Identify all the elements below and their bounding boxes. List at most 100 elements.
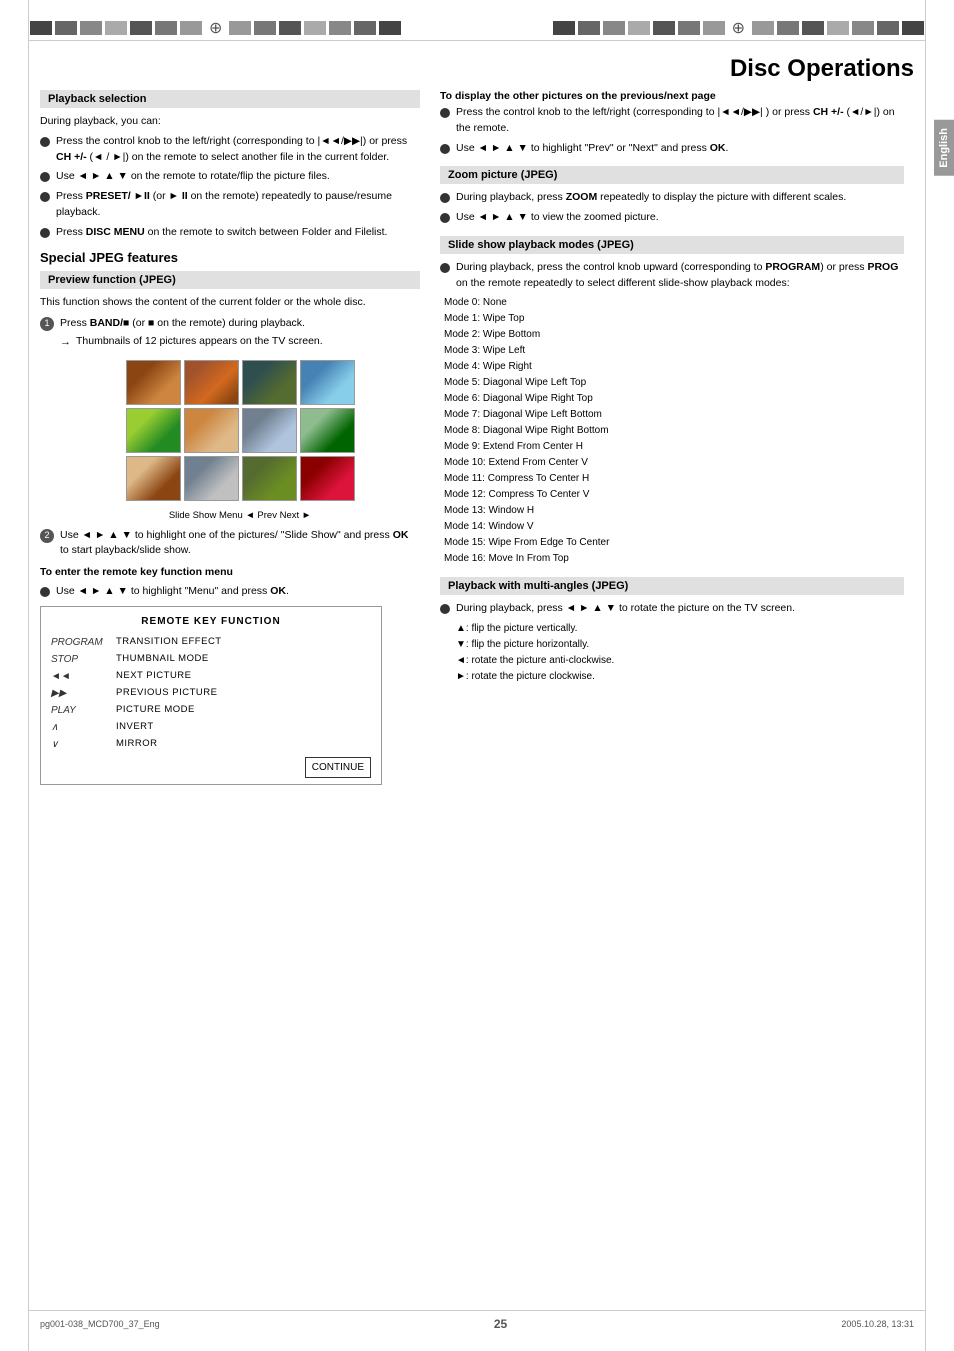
playback-item-4-text: Press DISC MENU on the remote to switch … bbox=[56, 225, 420, 241]
mode-3: Mode 3: Wipe Left bbox=[444, 343, 904, 359]
angle-item-left: ◄: rotate the picture anti-clockwise. bbox=[456, 653, 904, 669]
mode-list: Mode 0: None Mode 1: Wipe Top Mode 2: Wi… bbox=[440, 295, 904, 567]
zoom-item-2-text: Use ◄ ► ▲ ▼ to view the zoomed picture. bbox=[456, 210, 904, 226]
angle-item-down: ▼: flip the picture horizontally. bbox=[456, 637, 904, 653]
bullet-dot bbox=[40, 172, 50, 182]
slideshow-content: During playback, press the control knob … bbox=[440, 260, 904, 568]
playback-intro: During playback, you can: bbox=[40, 114, 420, 130]
preview-function-content: This function shows the content of the c… bbox=[40, 295, 420, 784]
mode-2: Mode 2: Wipe Bottom bbox=[444, 327, 904, 343]
preview-arrow-note: → Thumbnails of 12 pictures appears on t… bbox=[60, 334, 420, 351]
bottom-margin-line bbox=[28, 1310, 926, 1311]
bullet-dot bbox=[440, 144, 450, 154]
preview-step-1: 1 Press BAND/■ (or ■ on the remote) duri… bbox=[40, 316, 420, 352]
rk-key-prev: ◄◄ bbox=[51, 668, 106, 685]
rk-row-prev: ◄◄ NEXT PICTURE bbox=[51, 668, 371, 685]
step-number-2: 2 bbox=[40, 529, 54, 543]
playback-item-4: Press DISC MENU on the remote to switch … bbox=[40, 225, 420, 241]
mode-15: Mode 15: Wipe From Edge To Center bbox=[444, 535, 904, 551]
mode-11: Mode 11: Compress To Center H bbox=[444, 471, 904, 487]
page-title: Disc Operations bbox=[730, 55, 914, 83]
right-margin-line bbox=[925, 0, 926, 1351]
bullet-dot bbox=[440, 604, 450, 614]
thumb-3 bbox=[242, 360, 297, 405]
thumbnail-grid bbox=[126, 360, 355, 501]
mode-6: Mode 6: Diagonal Wipe Right Top bbox=[444, 391, 904, 407]
remote-key-text: Use ◄ ► ▲ ▼ to highlight "Menu" and pres… bbox=[40, 584, 420, 600]
thumbnail-grid-container: Slide Show Menu ◄ Prev Next ► bbox=[60, 360, 420, 523]
rk-row-play: PLAY PICTURE MODE bbox=[51, 702, 371, 719]
top-decorative-bars-left: ⊕ bbox=[30, 18, 401, 38]
mode-0: Mode 0: None bbox=[444, 295, 904, 311]
mode-4: Mode 4: Wipe Right bbox=[444, 359, 904, 375]
rk-val-down: MIRROR bbox=[116, 736, 371, 753]
rk-key-play: PLAY bbox=[51, 702, 106, 719]
display-other-item-1: Press the control knob to the left/right… bbox=[440, 105, 904, 137]
rk-key-next: ▶▶ bbox=[51, 685, 106, 702]
preview-arrow-text: Thumbnails of 12 pictures appears on the… bbox=[76, 334, 323, 351]
rk-row-stop: STOP THUMBNAIL MODE bbox=[51, 651, 371, 668]
bullet-dot bbox=[440, 263, 450, 273]
rk-val-stop: THUMBNAIL MODE bbox=[116, 651, 371, 668]
thumb-nav-text: Slide Show Menu ◄ Prev Next ► bbox=[169, 509, 311, 523]
bottom-left-text: pg001-038_MCD700_37_Eng bbox=[40, 1319, 160, 1329]
preview-function-heading: Preview function (JPEG) bbox=[40, 271, 420, 289]
display-other-item-2-text: Use ◄ ► ▲ ▼ to highlight "Prev" or "Next… bbox=[456, 141, 904, 157]
bullet-dot bbox=[40, 587, 50, 597]
zoom-heading: Zoom picture (JPEG) bbox=[440, 166, 904, 184]
thumb-6 bbox=[184, 408, 239, 453]
rk-val-up: INVERT bbox=[116, 719, 371, 736]
top-margin-line bbox=[28, 40, 926, 41]
multi-angles-heading: Playback with multi-angles (JPEG) bbox=[440, 577, 904, 595]
rk-val-prev: NEXT PICTURE bbox=[116, 668, 371, 685]
angle-item-right: ►: rotate the picture clockwise. bbox=[456, 669, 904, 685]
thumb-12 bbox=[300, 456, 355, 501]
page-container: ⊕ ⊕ Disc Operations English bbox=[0, 0, 954, 1351]
bullet-dot bbox=[40, 137, 50, 147]
preview-step-1-text: Press BAND/■ (or ■ on the remote) during… bbox=[60, 316, 420, 352]
preview-step-2-text: Use ◄ ► ▲ ▼ to highlight one of the pict… bbox=[60, 528, 420, 560]
multi-angles-intro-item: During playback, press ◄ ► ▲ ▼ to rotate… bbox=[440, 601, 904, 617]
bottom-right-text: 2005.10.28, 13:31 bbox=[841, 1319, 914, 1329]
zoom-item-1-text: During playback, press ZOOM repeatedly t… bbox=[456, 190, 904, 206]
page-title-area: Disc Operations bbox=[730, 55, 914, 83]
mode-8: Mode 8: Diagonal Wipe Right Bottom bbox=[444, 423, 904, 439]
playback-selection-content: During playback, you can: Press the cont… bbox=[40, 114, 420, 240]
thumb-4 bbox=[300, 360, 355, 405]
thumb-11 bbox=[242, 456, 297, 501]
bullet-dot bbox=[440, 108, 450, 118]
playback-selection-heading: Playback selection bbox=[40, 90, 420, 108]
zoom-item-1: During playback, press ZOOM repeatedly t… bbox=[440, 190, 904, 206]
playback-item-2-text: Use ◄ ► ▲ ▼ on the remote to rotate/flip… bbox=[56, 169, 420, 185]
display-other-item-2: Use ◄ ► ▲ ▼ to highlight "Prev" or "Next… bbox=[440, 141, 904, 157]
remote-key-heading: To enter the remote key function menu bbox=[40, 565, 420, 581]
playback-item-3: Press PRESET/ ►II (or ► II on the remote… bbox=[40, 189, 420, 221]
english-tab: English bbox=[934, 120, 954, 176]
angles-list: ▲: flip the picture vertically. ▼: flip … bbox=[440, 621, 904, 685]
remote-key-table: REMOTE KEY FUNCTION PROGRAM TRANSITION E… bbox=[40, 606, 382, 785]
rk-row-next: ▶▶ PREVIOUS PICTURE bbox=[51, 685, 371, 702]
thumb-10 bbox=[184, 456, 239, 501]
display-other-heading: To display the other pictures on the pre… bbox=[440, 90, 904, 102]
mode-12: Mode 12: Compress To Center V bbox=[444, 487, 904, 503]
playback-item-2: Use ◄ ► ▲ ▼ on the remote to rotate/flip… bbox=[40, 169, 420, 185]
content-area: Playback selection During playback, you … bbox=[40, 90, 904, 1291]
rk-val-program: TRANSITION EFFECT bbox=[116, 634, 371, 651]
mode-13: Mode 13: Window H bbox=[444, 503, 904, 519]
bottom-bar: pg001-038_MCD700_37_Eng 25 2005.10.28, 1… bbox=[40, 1317, 914, 1331]
continue-box[interactable]: CONTINUE bbox=[305, 757, 371, 778]
thumb-1 bbox=[126, 360, 181, 405]
mode-7: Mode 7: Diagonal Wipe Left Bottom bbox=[444, 407, 904, 423]
continue-button-container: CONTINUE bbox=[51, 757, 371, 778]
multi-angles-intro-text: During playback, press ◄ ► ▲ ▼ to rotate… bbox=[456, 601, 904, 617]
mode-9: Mode 9: Extend From Center H bbox=[444, 439, 904, 455]
zoom-item-2: Use ◄ ► ▲ ▼ to view the zoomed picture. bbox=[440, 210, 904, 226]
mode-1: Mode 1: Wipe Top bbox=[444, 311, 904, 327]
mode-16: Mode 16: Move In From Top bbox=[444, 551, 904, 567]
rk-key-stop: STOP bbox=[51, 651, 106, 668]
playback-item-1-text: Press the control knob to the left/right… bbox=[56, 134, 420, 166]
mode-14: Mode 14: Window V bbox=[444, 519, 904, 535]
rk-row-program: PROGRAM TRANSITION EFFECT bbox=[51, 634, 371, 651]
bullet-dot bbox=[440, 193, 450, 203]
playback-item-3-text: Press PRESET/ ►II (or ► II on the remote… bbox=[56, 189, 420, 221]
